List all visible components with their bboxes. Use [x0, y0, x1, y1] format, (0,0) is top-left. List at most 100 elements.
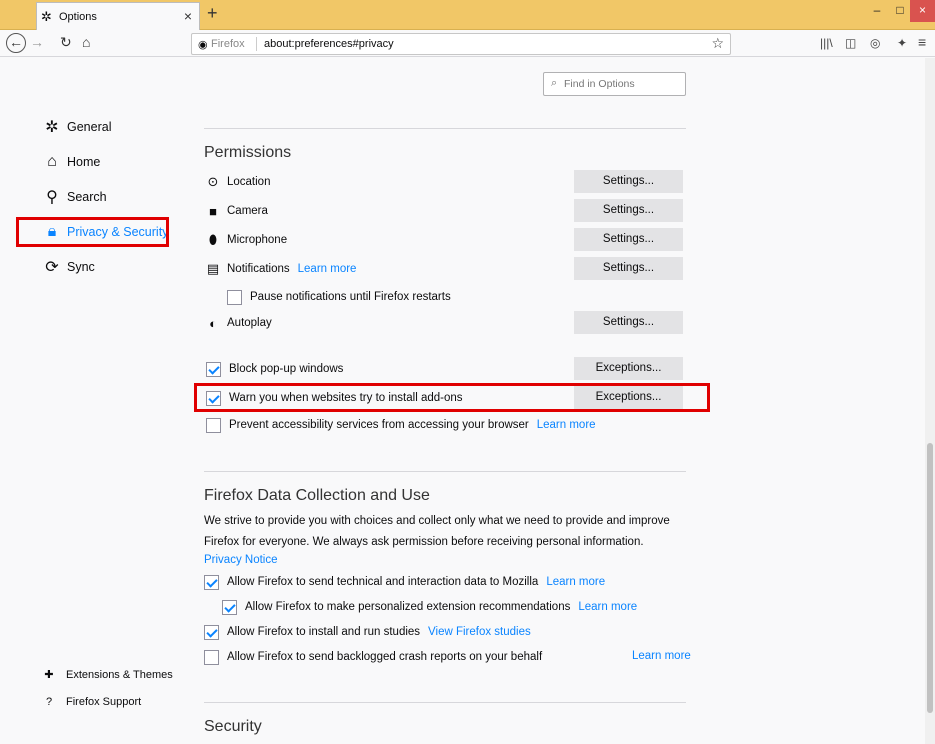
- home-button[interactable]: ⌂: [82, 34, 90, 50]
- navigation-bar: ← → ↻ ⌂ ◉ Firefox about:preferences#priv…: [0, 31, 935, 57]
- new-tab-button[interactable]: +: [207, 3, 218, 24]
- tab-title: Options: [59, 11, 97, 23]
- sync-icon: ⟳: [45, 259, 59, 276]
- checkbox-label: Pause notifications until Firefox restar…: [250, 291, 451, 303]
- forward-button[interactable]: →: [30, 34, 44, 50]
- minimize-button[interactable]: –: [864, 0, 890, 22]
- autoplay-icon: ◐: [209, 315, 217, 331]
- extension-recommendations-row: Allow Firefox to make personalized exten…: [222, 598, 637, 616]
- location-settings-button[interactable]: Settings...: [574, 170, 683, 193]
- permission-label: Autoplay: [227, 317, 272, 329]
- sidebar-item-label: Sync: [67, 260, 95, 274]
- studies-row: Allow Firefox to install and run studies…: [204, 623, 531, 641]
- section-divider: [204, 471, 686, 472]
- prevent-accessibility-checkbox[interactable]: [206, 417, 221, 433]
- sidebar-item-label: Home: [67, 155, 101, 169]
- microphone-icon: ⬮: [208, 232, 218, 247]
- permission-location: ⊙ Location: [204, 171, 271, 193]
- permission-microphone: ⬮ Microphone: [204, 229, 287, 251]
- crash-reports-learn-more-link[interactable]: Learn more: [632, 650, 691, 662]
- bookmark-star-icon[interactable]: ☆: [711, 35, 724, 52]
- url-bar[interactable]: ◉ Firefox about:preferences#privacy ☆: [191, 33, 731, 55]
- checkbox-label: Block pop-up windows: [229, 363, 344, 375]
- sidebar-extensions-themes[interactable]: ✚ Extensions & Themes: [42, 668, 173, 682]
- data-collection-heading: Firefox Data Collection and Use: [204, 487, 430, 504]
- permission-label: Notifications: [227, 263, 290, 275]
- checkbox-label: Prevent accessibility services from acce…: [229, 419, 529, 431]
- find-in-options-input[interactable]: ⌕ Find in Options: [543, 72, 686, 96]
- microphone-settings-button[interactable]: Settings...: [574, 228, 683, 251]
- highlight-box-privacy: [16, 217, 169, 247]
- recommendations-learn-more-link[interactable]: Learn more: [578, 601, 637, 613]
- url-text[interactable]: about:preferences#privacy: [264, 38, 394, 50]
- block-popups-checkbox[interactable]: [206, 361, 221, 377]
- view-studies-link[interactable]: View Firefox studies: [428, 626, 531, 638]
- extension-icon[interactable]: ✦: [897, 36, 907, 50]
- url-separator: [256, 37, 257, 51]
- tab-options[interactable]: ✲ Options ×: [36, 2, 200, 30]
- back-button[interactable]: ←: [6, 33, 26, 53]
- preferences-page: ⌕ Find in Options ✲ General ⌂ Home ⚲ Sea…: [0, 58, 925, 744]
- section-divider: [204, 128, 686, 129]
- title-bar: ✲ Options × + – □ ×: [0, 0, 935, 30]
- permission-autoplay: ◐ Autoplay: [204, 312, 272, 334]
- pause-notifications-checkbox[interactable]: [227, 289, 242, 305]
- help-icon: ?: [45, 696, 53, 708]
- technical-data-checkbox[interactable]: [204, 574, 219, 590]
- technical-data-learn-more-link[interactable]: Learn more: [546, 576, 605, 588]
- library-icon[interactable]: |||\: [820, 36, 833, 50]
- crash-reports-checkbox[interactable]: [204, 649, 219, 665]
- crash-reports-row: Allow Firefox to send backlogged crash r…: [204, 648, 542, 666]
- account-icon[interactable]: ◎: [870, 36, 880, 50]
- sidebar-footer-label: Extensions & Themes: [66, 668, 173, 681]
- maximize-button[interactable]: □: [890, 0, 910, 22]
- sidebar-icon[interactable]: ◫: [845, 36, 856, 50]
- reload-button[interactable]: ↻: [60, 34, 72, 51]
- sidebar-item-sync[interactable]: ⟳ Sync: [42, 255, 95, 279]
- checkbox-label: Allow Firefox to make personalized exten…: [245, 601, 571, 613]
- sidebar-item-general[interactable]: ✲ General: [42, 115, 111, 139]
- location-icon: ⊙: [207, 174, 219, 189]
- sidebar-item-home[interactable]: ⌂ Home: [42, 150, 100, 174]
- sidebar-firefox-support[interactable]: ? Firefox Support: [42, 696, 141, 708]
- scrollbar-thumb[interactable]: [927, 443, 933, 713]
- sidebar-item-label: Search: [67, 190, 107, 204]
- gear-icon: ✲: [41, 9, 52, 24]
- sidebar-item-search[interactable]: ⚲ Search: [42, 185, 107, 209]
- technical-data-row: Allow Firefox to send technical and inte…: [204, 573, 605, 591]
- description-line: Firefox for everyone. We always ask perm…: [204, 536, 644, 548]
- identity-label: Firefox: [211, 38, 245, 50]
- page-scrollbar[interactable]: [925, 58, 935, 744]
- permissions-heading: Permissions: [204, 144, 292, 161]
- notifications-settings-button[interactable]: Settings...: [574, 257, 683, 280]
- accessibility-learn-more-link[interactable]: Learn more: [537, 419, 596, 431]
- notifications-learn-more-link[interactable]: Learn more: [298, 263, 357, 275]
- popups-exceptions-button[interactable]: Exceptions...: [574, 357, 683, 380]
- pause-notifications-row: Pause notifications until Firefox restar…: [227, 288, 451, 306]
- find-placeholder: Find in Options: [564, 78, 635, 90]
- search-icon: ⚲: [46, 189, 58, 206]
- highlight-box-addons: [194, 383, 710, 412]
- block-popups-row: Block pop-up windows: [206, 360, 343, 378]
- search-icon: ⌕: [551, 77, 558, 89]
- menu-icon[interactable]: ≡: [918, 34, 926, 50]
- autoplay-settings-button[interactable]: Settings...: [574, 311, 683, 334]
- notification-icon: ▤: [206, 261, 220, 276]
- extension-recommendations-checkbox[interactable]: [222, 599, 237, 615]
- section-divider: [204, 702, 686, 703]
- tab-close-button[interactable]: ×: [184, 8, 192, 24]
- data-collection-description: We strive to provide you with choices an…: [204, 511, 674, 553]
- camera-settings-button[interactable]: Settings...: [574, 199, 683, 222]
- sidebar-item-label: General: [67, 120, 112, 134]
- studies-checkbox[interactable]: [204, 624, 219, 640]
- security-heading: Security: [204, 718, 262, 735]
- checkbox-label: Allow Firefox to send backlogged crash r…: [227, 651, 543, 663]
- privacy-notice-link[interactable]: Privacy Notice: [204, 554, 278, 566]
- checkbox-label: Allow Firefox to send technical and inte…: [227, 576, 539, 588]
- gear-icon: ✲: [45, 119, 59, 136]
- description-line: We strive to provide you with choices an…: [204, 515, 670, 527]
- permission-camera: ■ Camera: [204, 200, 268, 222]
- close-window-button[interactable]: ×: [910, 0, 935, 22]
- sidebar-footer-label: Firefox Support: [66, 696, 142, 708]
- permission-label: Microphone: [227, 234, 288, 246]
